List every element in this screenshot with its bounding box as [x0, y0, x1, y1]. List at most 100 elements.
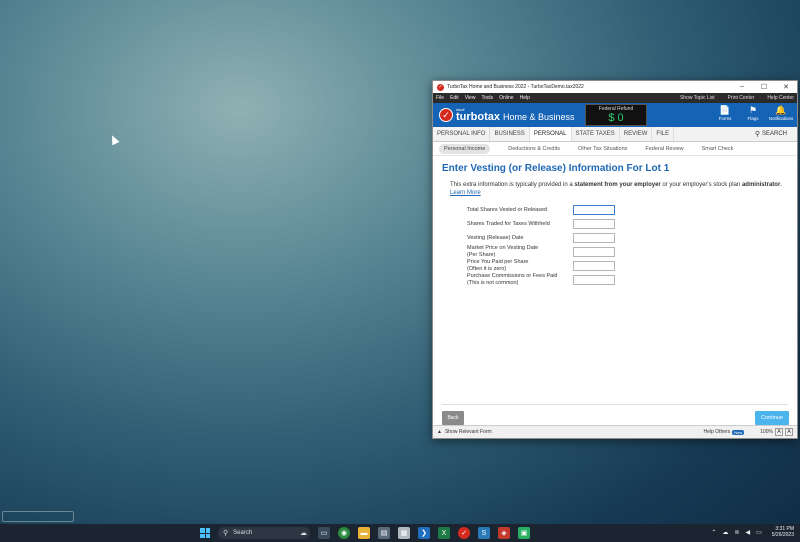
page-title: Enter Vesting (or Release) Information F… [442, 163, 670, 174]
turbotax-check-icon: ✓ [437, 83, 444, 91]
zoom-control: 100% A A [760, 428, 793, 436]
search-icon: ⚲ [754, 131, 760, 138]
chevron-up-icon[interactable]: ⌃ [711, 529, 716, 536]
taskbar-search[interactable]: ⚲ Search ☁ [218, 527, 310, 539]
subtab-other-tax-situations[interactable]: Other Tax Situations [578, 146, 627, 152]
search-icon: ⚲ [223, 530, 229, 537]
form-row: Total Shares Vested or Released [467, 203, 788, 217]
help-others-toggle[interactable]: Help Others New [704, 429, 745, 435]
subtab-federal-review[interactable]: Federal Review [645, 146, 683, 152]
app-icon[interactable]: S [478, 527, 490, 539]
app-icon[interactable]: ▣ [518, 527, 530, 539]
zoom-level: 100% [760, 429, 773, 435]
weather-icon: ☁ [300, 530, 307, 537]
volume-icon[interactable]: ◀ [745, 529, 750, 536]
bell-icon: 🔔 [775, 105, 787, 115]
field-label: Purchase Commissions or Fees Paid (This i… [467, 273, 558, 286]
federal-refund-meter[interactable]: Federal Refund $ 0 [585, 104, 647, 126]
flags-button[interactable]: ⚑ Flags [739, 105, 767, 121]
new-badge: New [732, 429, 745, 435]
excel-icon[interactable]: X [438, 527, 450, 539]
zoom-out-button[interactable]: A [785, 428, 793, 436]
menu-file[interactable]: File [436, 95, 444, 101]
continue-button[interactable]: Continue [755, 411, 789, 425]
subtab-smart-check[interactable]: Smart Check [702, 146, 734, 152]
window-title: TurboTax Home and Business 2022 - TurboT… [447, 84, 584, 90]
battery-icon[interactable]: ▭ [756, 529, 762, 536]
turbotax-window: ✓ TurboTax Home and Business 2022 - Turb… [432, 80, 798, 439]
tab-personal[interactable]: PERSONAL [529, 127, 572, 141]
form-row: Vesting (Release) Date [467, 231, 788, 245]
menu-help[interactable]: Help [520, 95, 530, 101]
subtab-deductions-credits[interactable]: Deductions & Credits [508, 146, 560, 152]
turbotax-taskbar-icon[interactable]: ✓ [458, 527, 470, 539]
task-view-icon[interactable]: ▭ [318, 527, 330, 539]
market-price-input[interactable] [573, 246, 615, 257]
tab-business[interactable]: BUSINESS [490, 127, 530, 141]
tab-state-taxes[interactable]: STATE TAXES [572, 127, 620, 141]
tab-personal-info[interactable]: PERSONAL INFO [433, 127, 491, 141]
learn-more-link[interactable]: Learn More [450, 190, 481, 196]
menu-bar: File Edit View Tools Online Help Show To… [433, 93, 797, 103]
turbotax-label: turbotax [456, 110, 500, 123]
subtab-personal-income[interactable]: Personal Income [439, 143, 491, 154]
turbotax-logo-icon: ✓ [439, 108, 453, 122]
vesting-date-input[interactable] [573, 232, 615, 243]
wifi-icon[interactable]: ≋ [734, 529, 739, 536]
brand-bar: ✓ intuit turbotax Home & Business Federa… [433, 103, 797, 127]
app-icon[interactable]: ◈ [498, 527, 510, 539]
notepad-icon[interactable]: ▤ [378, 527, 390, 539]
refund-value: $ 0 [608, 112, 624, 124]
title-bar[interactable]: ✓ TurboTax Home and Business 2022 - Turb… [433, 81, 797, 93]
forms-button[interactable]: 📄 Forms [711, 105, 739, 121]
price-paid-input[interactable] [573, 260, 615, 271]
field-label: Vesting (Release) Date [467, 234, 524, 241]
shares-traded-for-taxes-input[interactable] [573, 218, 615, 229]
windows-start-icon[interactable] [200, 528, 210, 538]
mouse-cursor [108, 133, 120, 146]
file-explorer-icon[interactable]: ▬ [358, 527, 370, 539]
chevron-up-icon[interactable]: ▲ [437, 429, 442, 435]
form-row: Market Price on Vesting Date (Per Share) [467, 245, 788, 259]
show-relevant-form-button[interactable]: Show Relevant Form [445, 429, 492, 435]
maximize-button[interactable]: ☐ [753, 83, 775, 91]
field-label: Price You Paid per Share (Often it is zer… [467, 259, 529, 272]
tab-review[interactable]: REVIEW [620, 127, 653, 141]
chrome-icon[interactable]: ◉ [338, 527, 350, 539]
menu-edit[interactable]: Edit [450, 95, 459, 101]
show-topic-list-button[interactable]: Show Topic List [680, 95, 715, 101]
form-row: Shares Traded for Taxes Withheld [467, 217, 788, 231]
print-center-button[interactable]: Print Center [728, 95, 755, 101]
zoom-in-button[interactable]: A [775, 428, 783, 436]
search-button[interactable]: ⚲ SEARCH [755, 127, 797, 141]
total-shares-vested-input[interactable] [573, 204, 615, 215]
minimize-button[interactable]: – [731, 83, 753, 91]
edition-label: Home & Business [503, 112, 575, 122]
sub-tabs: Personal Income Deductions & Credits Oth… [433, 142, 797, 156]
close-button[interactable]: ✕ [775, 83, 797, 91]
form-row: Purchase Commissions or Fees Paid (This i… [467, 273, 788, 287]
form-row: Price You Paid per Share (Often it is zer… [467, 259, 788, 273]
menu-view[interactable]: View [465, 95, 476, 101]
flag-icon: ⚑ [748, 105, 758, 115]
vesting-form: Total Shares Vested or Released Shares T… [467, 203, 788, 287]
tab-file[interactable]: FILE [652, 127, 675, 141]
help-center-button[interactable]: Help Center [767, 95, 794, 101]
commissions-fees-input[interactable] [573, 274, 615, 285]
calculator-icon[interactable]: ▦ [398, 527, 410, 539]
clock[interactable]: 3:31 PM 5/26/2023 [772, 526, 794, 538]
intro-text: This extra information is typically prov… [450, 182, 782, 197]
vscode-icon[interactable]: ❯ [418, 527, 430, 539]
field-label: Total Shares Vested or Released [467, 206, 548, 213]
system-tray: ⌃ ☁ ≋ ◀ ▭ 3:31 PM 5/26/2023 [711, 526, 794, 538]
menu-tools[interactable]: Tools [481, 95, 493, 101]
back-button[interactable]: Back [442, 411, 464, 425]
cloud-icon[interactable]: ☁ [722, 529, 728, 536]
field-label: Shares Traded for Taxes Withheld [467, 220, 550, 227]
desktop-selection-box [2, 511, 74, 522]
menu-online[interactable]: Online [499, 95, 513, 101]
divider [442, 404, 788, 405]
forms-icon: 📄 [719, 105, 731, 115]
page-content: Enter Vesting (or Release) Information F… [433, 163, 797, 425]
notifications-button[interactable]: 🔔 Notifications [767, 105, 795, 121]
